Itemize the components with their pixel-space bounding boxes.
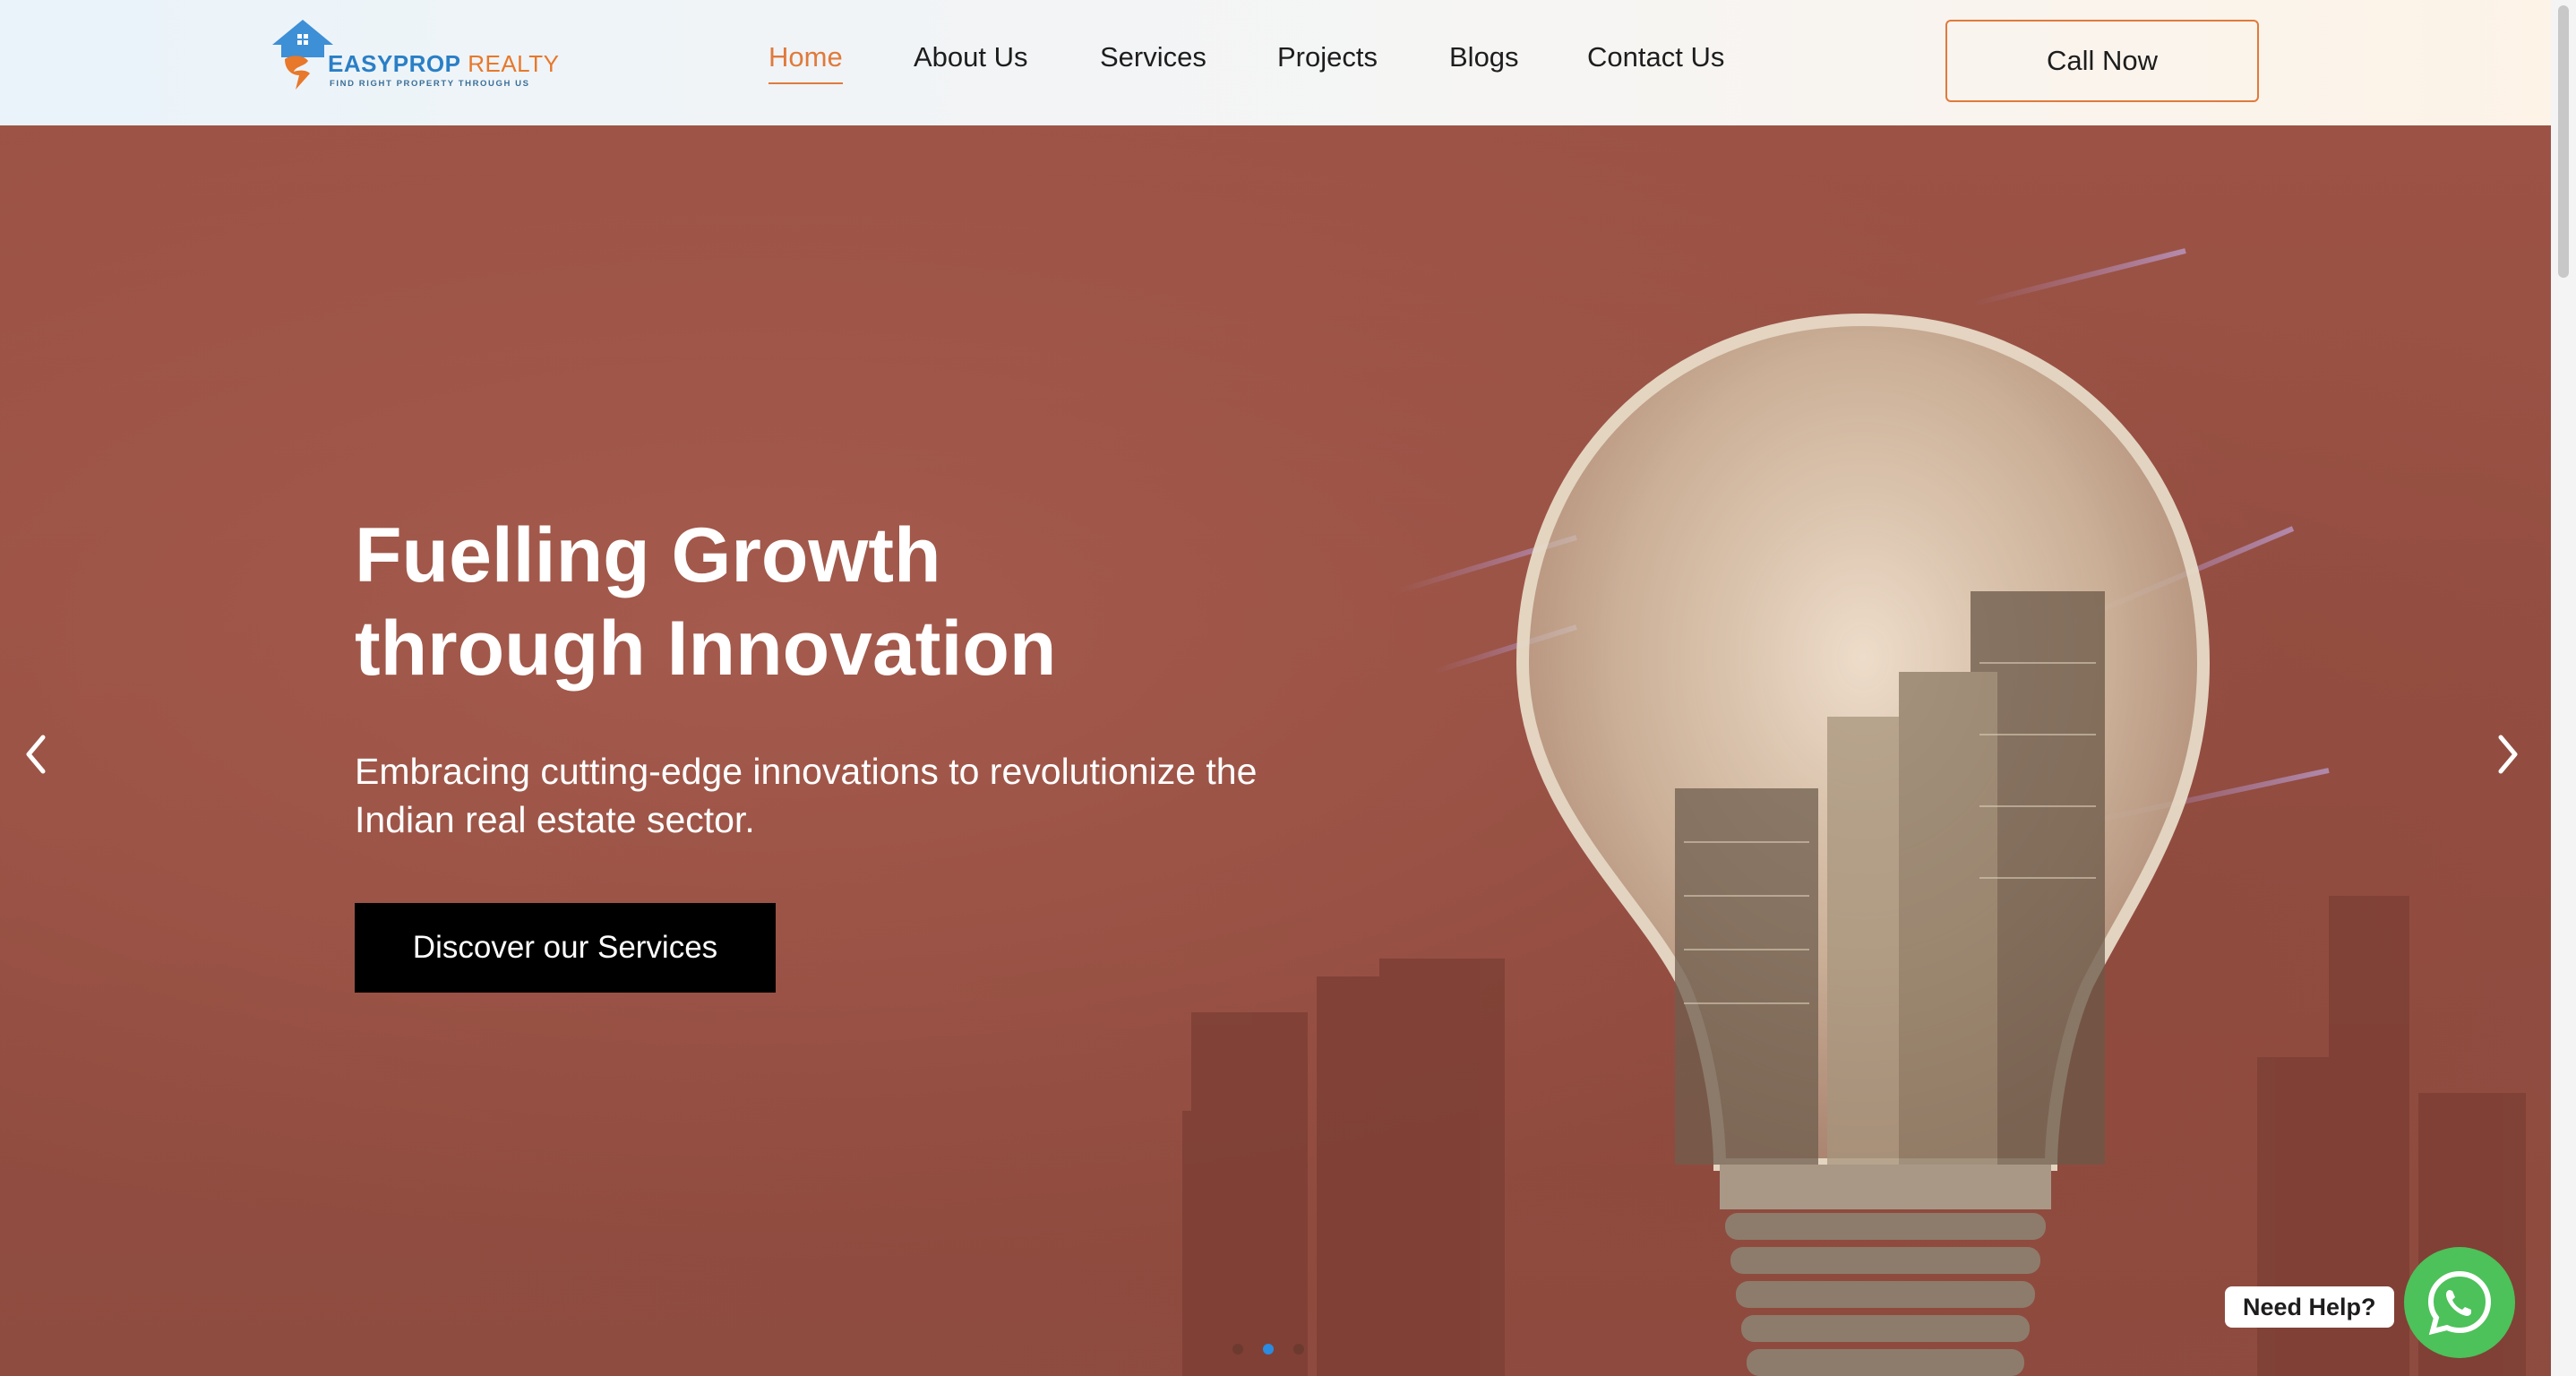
next-slide-arrow[interactable] [2490,727,2526,781]
site-header: EASYPROP REALTY FIND RIGHT PROPERTY THRO… [0,0,2551,125]
need-help-label[interactable]: Need Help? [2225,1286,2394,1328]
nav-blogs[interactable]: Blogs [1449,41,1519,73]
nav-home[interactable]: Home [769,41,843,84]
brand-name-accent: REALTY [460,50,560,77]
hero-title: Fuelling Growth through Innovation [355,512,1057,692]
nav-about-us[interactable]: About Us [914,41,1028,73]
brand-name-main: EASYPROP [328,50,461,77]
slide-dot[interactable] [1232,1344,1243,1354]
house-logo-icon [272,20,333,90]
chevron-right-icon [2498,735,2518,774]
whatsapp-icon [2427,1270,2492,1336]
chevron-left-icon [26,735,46,774]
nav-services[interactable]: Services [1100,41,1206,73]
discover-services-button[interactable]: Discover our Services [355,903,776,993]
nav-projects[interactable]: Projects [1277,41,1378,73]
nav-contact-us[interactable]: Contact Us [1587,41,1724,73]
slide-dot[interactable] [1293,1344,1304,1354]
slide-dot-active[interactable] [1263,1344,1274,1354]
brand-name: EASYPROP REALTY [328,50,559,78]
whatsapp-chat-button[interactable] [2404,1247,2515,1358]
page-scrollbar[interactable] [2551,0,2576,1376]
hero-subtitle: Embracing cutting-edge innovations to re… [355,751,1258,840]
hero-slider: Fuelling Growth through Innovation Embra… [0,125,2551,1376]
scrollbar-thumb[interactable] [2558,5,2569,278]
prev-slide-arrow[interactable] [18,727,54,781]
call-now-button[interactable]: Call Now [1945,20,2259,102]
brand-logo[interactable]: EASYPROP REALTY FIND RIGHT PROPERTY THRO… [269,18,559,99]
slide-indicators [1232,1344,1304,1354]
brand-tagline: FIND RIGHT PROPERTY THROUGH US [330,79,530,89]
